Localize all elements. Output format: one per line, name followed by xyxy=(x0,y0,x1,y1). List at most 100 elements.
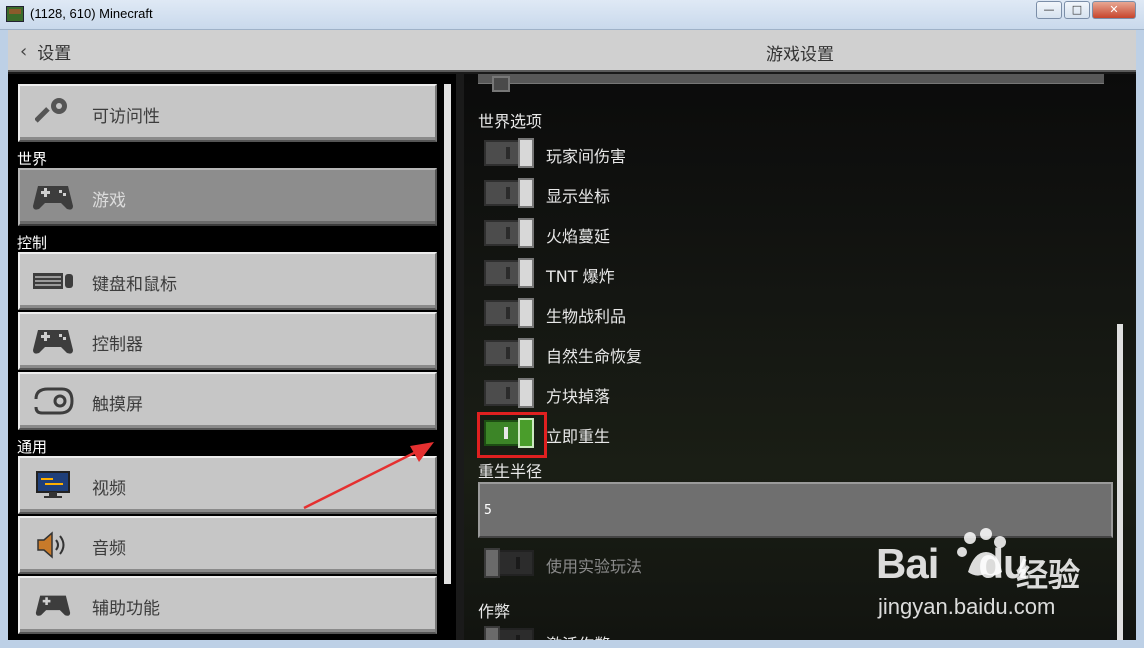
toggle-knob xyxy=(518,298,534,328)
window-frame-left xyxy=(0,30,8,648)
sidebar-item-label: 游戏 xyxy=(92,191,126,211)
touch-icon xyxy=(32,383,74,419)
toggle-notch xyxy=(506,267,510,279)
toggle-knob xyxy=(484,626,500,640)
toggle-switch[interactable] xyxy=(484,258,534,288)
toggle-notch xyxy=(506,347,510,359)
toggle-switch[interactable] xyxy=(484,218,534,248)
sidebar-item-controller[interactable]: 控制器 xyxy=(18,312,437,370)
section-heading-world: 世界 xyxy=(17,150,48,168)
toggle-label: TNT 爆炸 xyxy=(546,267,615,286)
close-button[interactable]: ✕ xyxy=(1092,1,1136,19)
toggle-switch[interactable] xyxy=(484,178,534,208)
back-button[interactable]: ‹ 设置 xyxy=(20,38,71,64)
toggle-row-activate-cheats[interactable]: 激活作弊 xyxy=(484,626,1084,640)
settings-header: ‹ 设置 游戏设置 xyxy=(8,30,1136,72)
toggle-row-tile-drops[interactable]: 方块掉落 xyxy=(484,378,1084,408)
toggle-notch xyxy=(506,307,510,319)
toggle-row-tnt-explodes[interactable]: TNT 爆炸 xyxy=(484,258,1084,288)
toggle-label: 激活作弊 xyxy=(546,631,610,640)
controller-icon xyxy=(32,587,74,623)
world-options-heading: 世界选项 xyxy=(478,112,543,131)
controller-icon xyxy=(32,323,74,359)
sidebar-item-game[interactable]: 游戏 xyxy=(18,168,437,226)
page-title: 游戏设置 xyxy=(766,45,834,65)
toggle-row-immediate-respawn[interactable]: 立即重生 xyxy=(484,418,1084,448)
toggle-switch[interactable] xyxy=(484,548,534,578)
gamepad-icon xyxy=(32,179,74,215)
sidebar-item-label: 辅助功能 xyxy=(92,599,160,619)
sidebar-item-assist[interactable]: 辅助功能 xyxy=(18,576,437,634)
toggle-notch xyxy=(506,227,510,239)
toggle-knob xyxy=(518,258,534,288)
key-icon xyxy=(32,95,74,131)
toggle-notch xyxy=(506,387,510,399)
toggle-label: 玩家间伤害 xyxy=(546,147,627,166)
toggle-switch[interactable] xyxy=(484,298,534,328)
toggle-switch[interactable] xyxy=(484,338,534,368)
section-heading-controls: 控制 xyxy=(17,234,48,252)
toggle-label: 立即重生 xyxy=(546,427,611,446)
back-label: 设置 xyxy=(37,43,72,64)
sidebar-item-accessibility[interactable]: 可访问性 xyxy=(18,84,437,142)
sidebar-item-label: 音频 xyxy=(92,539,126,559)
respawn-radius-label: 重生半径 xyxy=(478,462,543,481)
window-frame-right xyxy=(1136,30,1144,648)
toggle-knob xyxy=(518,218,534,248)
toggle-knob xyxy=(484,548,500,578)
toggle-row-experimental[interactable]: 使用实验玩法 xyxy=(484,548,1084,578)
keyboard-icon xyxy=(32,263,74,299)
settings-scrollbar[interactable] xyxy=(1117,324,1123,640)
toggle-knob xyxy=(518,338,534,368)
toggle-label: 生物战利品 xyxy=(546,307,627,326)
slider-handle[interactable] xyxy=(492,76,510,92)
toggle-row-pvp[interactable]: 玩家间伤害 xyxy=(484,138,1084,168)
chevron-left-icon: ‹ xyxy=(20,40,28,62)
maximize-button[interactable]: □ xyxy=(1064,1,1090,19)
toggle-row-natural-regeneration[interactable]: 自然生命恢复 xyxy=(484,338,1084,368)
toggle-label: 自然生命恢复 xyxy=(546,347,643,366)
window-frame-bottom xyxy=(0,640,1144,648)
minecraft-app-icon xyxy=(6,6,24,22)
sidebar-item-label: 控制器 xyxy=(92,335,143,355)
toggle-row-show-coordinates[interactable]: 显示坐标 xyxy=(484,178,1084,208)
speaker-icon xyxy=(32,527,74,563)
sidebar-item-label: 键盘和鼠标 xyxy=(92,275,177,295)
sidebar-item-keyboard-mouse[interactable]: 键盘和鼠标 xyxy=(18,252,437,310)
toggle-knob xyxy=(518,378,534,408)
toggle-notch xyxy=(506,147,510,159)
toggle-row-mob-loot[interactable]: 生物战利品 xyxy=(484,298,1084,328)
sidebar-item-touch[interactable]: 触摸屏 xyxy=(18,372,437,430)
toggle-knob xyxy=(518,138,534,168)
respawn-radius-field[interactable] xyxy=(478,482,1113,538)
window-controls: — □ ✕ xyxy=(1036,1,1136,19)
window-title: (1128, 610) Minecraft xyxy=(30,6,153,21)
sidebar-item-label: 触摸屏 xyxy=(92,395,143,415)
sidebar-item-audio[interactable]: 音频 xyxy=(18,516,437,574)
sidebar-scrollbar[interactable] xyxy=(444,84,451,584)
monitor-icon xyxy=(32,467,74,503)
toggle-label: 方块掉落 xyxy=(546,387,611,406)
game-settings-panel: 世界选项 玩家间伤害 显示坐标 火焰蔓延 TNT 爆炸 生物战利品 自然生命恢复… xyxy=(464,74,1136,640)
toggle-label: 使用实验玩法 xyxy=(546,557,643,576)
respawn-radius-input[interactable] xyxy=(480,484,1111,536)
sidebar-item-label: 视频 xyxy=(92,479,126,499)
toggle-switch[interactable] xyxy=(484,626,534,640)
section-heading-general: 通用 xyxy=(17,438,48,456)
toggle-notch xyxy=(516,557,520,569)
cheats-heading: 作弊 xyxy=(478,602,511,621)
toggle-row-fire-spread[interactable]: 火焰蔓延 xyxy=(484,218,1084,248)
toggle-switch[interactable] xyxy=(484,378,534,408)
toggle-notch xyxy=(506,187,510,199)
settings-sidebar: 可访问性 世界 游戏 控制 键盘和鼠标 控制器 触摸屏 通用 视频 音频 辅助功… xyxy=(8,74,456,640)
annotation-highlight-box xyxy=(477,412,547,458)
sidebar-item-video[interactable]: 视频 xyxy=(18,456,437,514)
sidebar-item-label: 可访问性 xyxy=(92,107,160,127)
toggle-label: 显示坐标 xyxy=(546,187,611,206)
top-slider-track[interactable] xyxy=(478,74,1104,92)
toggle-notch xyxy=(516,635,520,640)
toggle-knob xyxy=(518,178,534,208)
toggle-switch[interactable] xyxy=(484,138,534,168)
window-titlebar: (1128, 610) Minecraft — □ ✕ xyxy=(0,0,1144,30)
minimize-button[interactable]: — xyxy=(1036,1,1062,19)
